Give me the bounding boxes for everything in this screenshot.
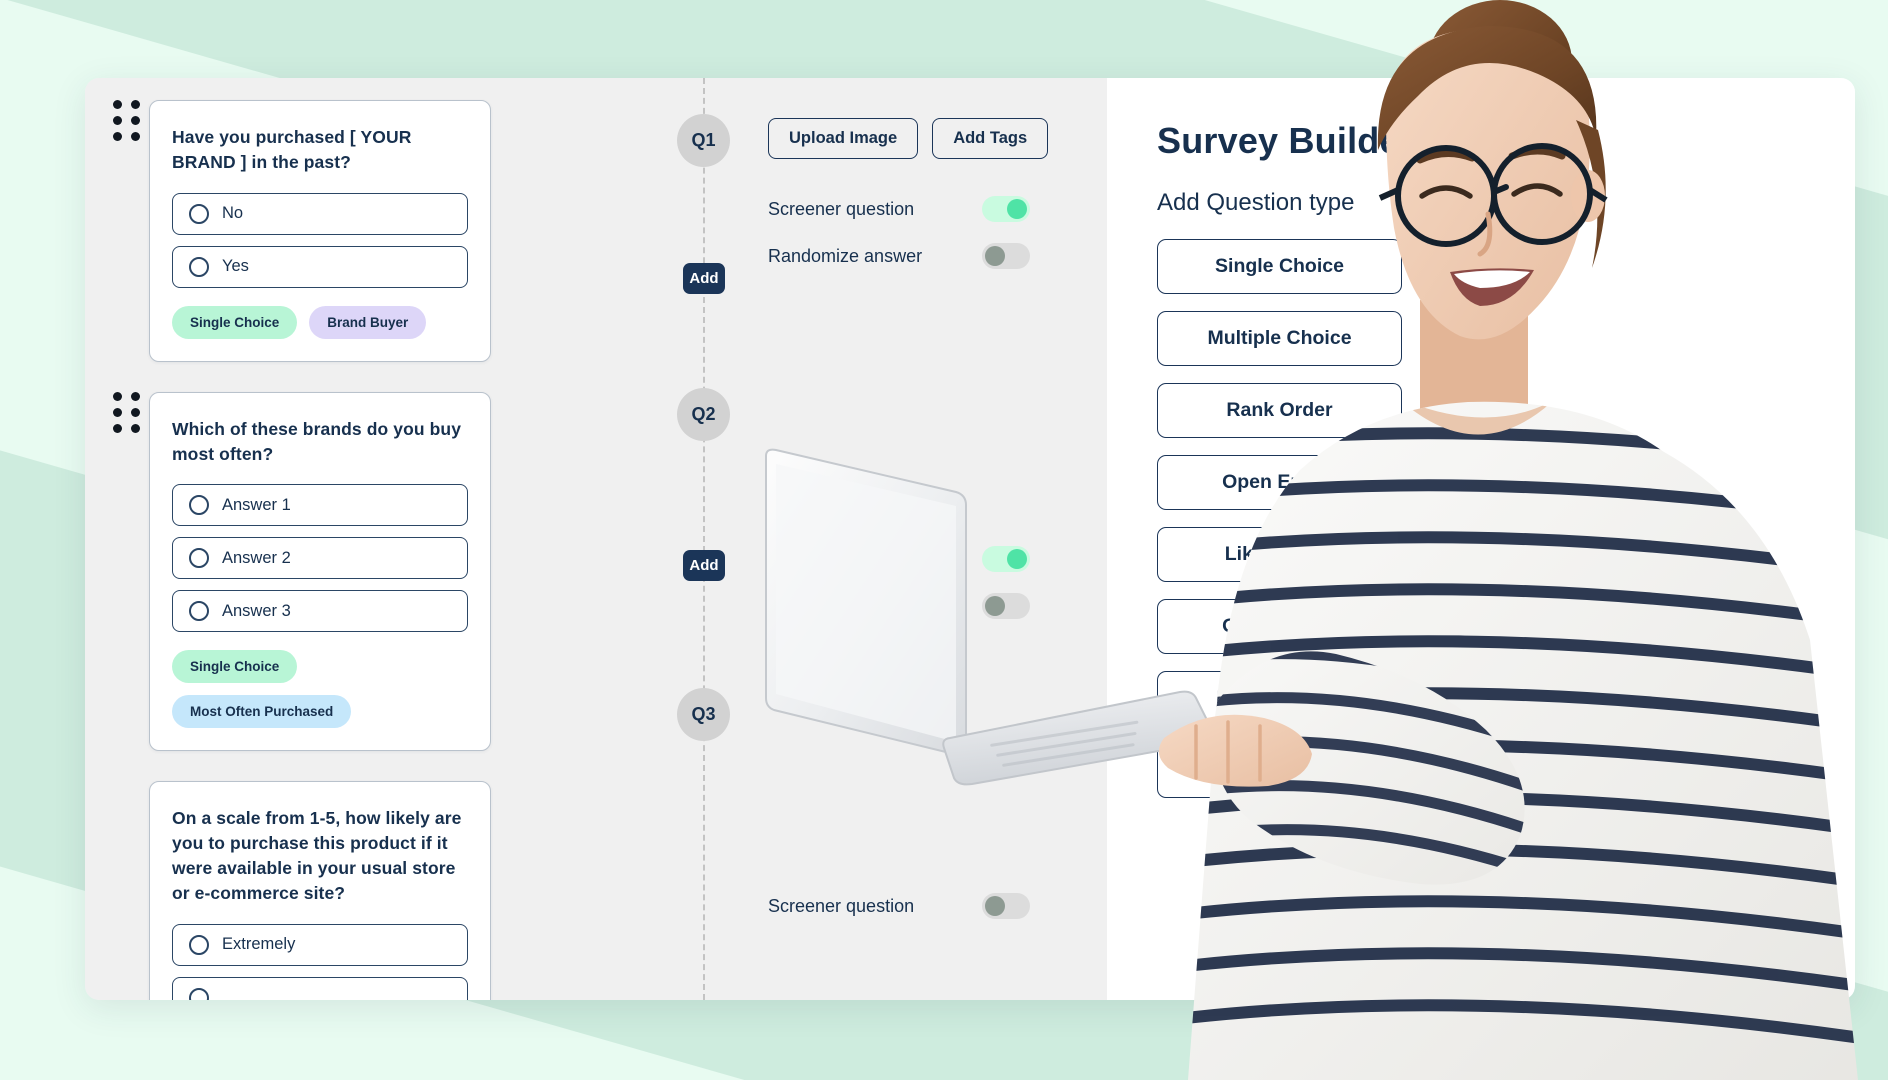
drag-handle-icon[interactable] — [103, 391, 149, 433]
question-list-pane: Have you purchased [ YOUR BRAND ] in the… — [85, 78, 660, 1000]
randomize-answer-toggle[interactable] — [982, 243, 1030, 269]
screener-question-toggle[interactable] — [982, 196, 1030, 222]
timeline-badge-q1[interactable]: Q1 — [677, 114, 730, 167]
section-subtitle: Add Question type — [1157, 189, 1355, 216]
question-type-hidden[interactable] — [1157, 743, 1402, 798]
survey-builder-pane: Survey Builder Add Question type Single … — [1107, 78, 1855, 1000]
survey-builder-window: Have you purchased [ YOUR BRAND ] in the… — [85, 78, 1855, 1000]
tag-pill-row: Single Choice Brand Buyer — [172, 305, 468, 339]
radio-icon[interactable] — [189, 601, 209, 622]
tag-pill[interactable]: Most Often Purchased — [172, 695, 352, 729]
screener-question-toggle[interactable] — [982, 546, 1030, 572]
answer-label: Yes — [222, 257, 249, 276]
answer-option[interactable]: Extremely — [172, 923, 468, 966]
setting-row: Randomize answer — [768, 243, 1030, 269]
answer-label: No — [222, 204, 244, 223]
setting-row: Screener question — [768, 546, 1030, 572]
question-row: Which of these brands do you buy most of… — [85, 391, 660, 752]
settings-group-q2: Screener question Randomize answer — [768, 546, 1030, 640]
question-card-q2[interactable]: Which of these brands do you buy most of… — [149, 391, 491, 752]
setting-label: Screener question — [768, 548, 915, 569]
answer-label: Extremely — [222, 935, 296, 954]
question-type-multiple-choice[interactable]: Multiple Choice — [1157, 311, 1402, 366]
answer-option[interactable]: Answer 1 — [172, 484, 468, 527]
question-title: Have you purchased [ YOUR BRAND ] in the… — [172, 127, 412, 172]
timeline-badge-q2[interactable]: Q2 — [677, 388, 730, 441]
question-toolbar: Upload Image Add Tags — [768, 118, 1049, 159]
screenshot-stage: Have you purchased [ YOUR BRAND ] in the… — [0, 0, 1888, 1080]
setting-row: Screener question — [768, 196, 1030, 222]
radio-icon[interactable] — [189, 934, 209, 955]
question-card-q3[interactable]: On a scale from 1-5, how likely are you … — [149, 781, 491, 1000]
setting-label: Screener question — [768, 198, 915, 219]
question-row: Have you purchased [ YOUR BRAND ] in the… — [85, 100, 660, 362]
tag-pill-row: Single Choice Most Often Purchased — [172, 650, 468, 729]
randomize-answer-toggle[interactable] — [982, 593, 1030, 619]
timeline-dashed-line — [703, 78, 705, 1000]
answer-option[interactable] — [172, 976, 468, 1000]
question-type-rank-order[interactable]: Rank Order — [1157, 383, 1402, 438]
drag-handle-icon[interactable] — [103, 100, 149, 141]
tag-pill[interactable]: Single Choice — [172, 650, 298, 684]
setting-label: Randomize answer — [768, 595, 923, 616]
setting-label: Screener question — [768, 895, 915, 916]
timeline-settings-pane: Q1 Add Q2 Add Q3 Upload Image Add Tags S… — [660, 78, 1107, 1000]
answer-label: Answer 1 — [222, 495, 291, 514]
tag-pill[interactable]: Single Choice — [172, 305, 298, 339]
question-type-open-ended-2[interactable]: Open Ended — [1157, 599, 1402, 654]
answer-option[interactable]: Answer 3 — [172, 590, 468, 633]
background-stripe — [0, 1010, 1888, 1080]
page-title: Survey Builder — [1157, 120, 1414, 161]
setting-row: Randomize answer — [768, 593, 1030, 619]
answer-label: Answer 3 — [222, 601, 291, 620]
radio-icon[interactable] — [189, 256, 209, 277]
upload-image-button[interactable]: Upload Image — [768, 118, 919, 159]
question-title: On a scale from 1-5, how likely are you … — [172, 808, 462, 903]
settings-group-q3: Screener question — [768, 893, 1030, 940]
answer-option[interactable]: Yes — [172, 245, 468, 288]
screener-question-toggle[interactable] — [982, 893, 1030, 919]
add-question-button[interactable]: Add — [683, 550, 725, 581]
answer-option[interactable]: No — [172, 192, 468, 235]
setting-row: Screener question — [768, 893, 1030, 919]
question-card-q1[interactable]: Have you purchased [ YOUR BRAND ] in the… — [149, 100, 491, 362]
radio-icon[interactable] — [189, 495, 209, 516]
question-row: On a scale from 1-5, how likely are you … — [85, 781, 660, 1000]
radio-icon[interactable] — [189, 548, 209, 569]
question-title: Which of these brands do you buy most of… — [172, 418, 462, 464]
add-tags-button[interactable]: Add Tags — [932, 118, 1049, 159]
question-type-rating-scales[interactable]: Rating scales — [1157, 671, 1402, 726]
answer-label: Answer 2 — [222, 548, 291, 567]
tag-pill[interactable]: Brand Buyer — [309, 305, 427, 339]
question-type-single-choice[interactable]: Single Choice — [1157, 239, 1402, 294]
question-type-open-ended[interactable]: Open Ended — [1157, 455, 1402, 510]
setting-label: Randomize answer — [768, 245, 923, 266]
question-type-likert-scale[interactable]: Likert Scale — [1157, 527, 1402, 582]
add-question-button[interactable]: Add — [683, 263, 725, 294]
radio-icon[interactable] — [189, 987, 209, 1000]
settings-group-q1: Screener question Randomize answer — [768, 196, 1030, 290]
timeline-badge-q3[interactable]: Q3 — [677, 688, 730, 741]
radio-icon[interactable] — [189, 203, 209, 224]
answer-option[interactable]: Answer 2 — [172, 537, 468, 580]
